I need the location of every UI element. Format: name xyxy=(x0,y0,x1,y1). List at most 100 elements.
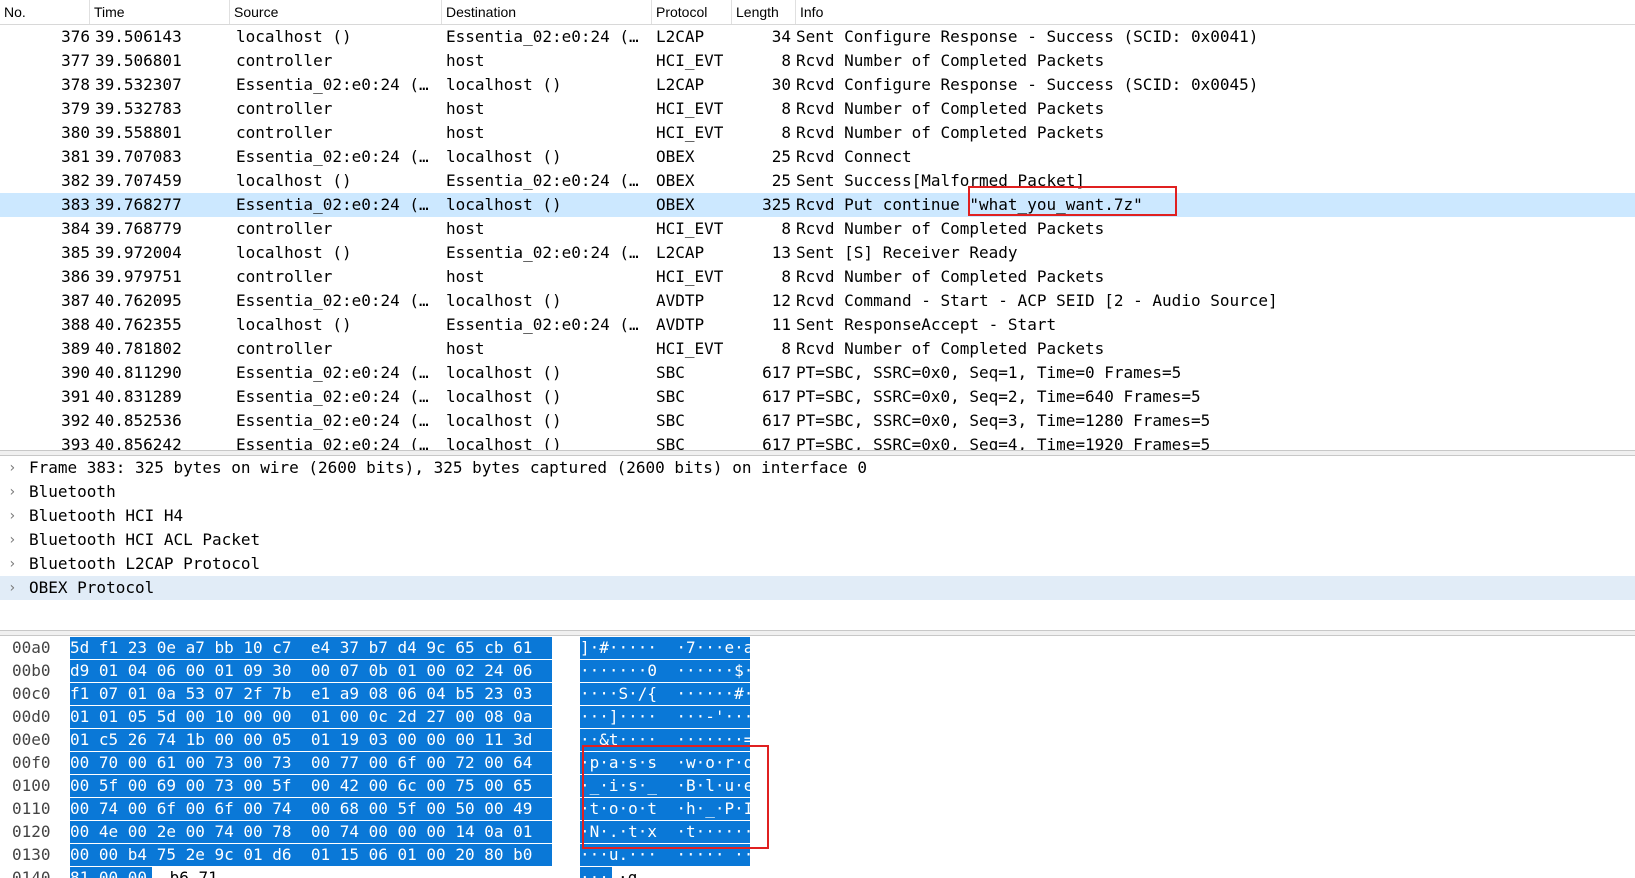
table-row[interactable]: 390 40.811290 Essentia_02:e0:24 (… localhos… xyxy=(0,361,1635,385)
ascii-bytes-unselected[interactable]: ·q xyxy=(618,867,637,878)
table-row[interactable]: 384 39.768779 controller host HCI_EVT 8 Rcvd N… xyxy=(0,217,1635,241)
table-row[interactable]: 389 40.781802 controller host HCI_EVT 8 Rcvd N… xyxy=(0,337,1635,361)
ascii-bytes[interactable]: ·······0 ······$· xyxy=(580,660,753,682)
cell-proto: HCI_EVT xyxy=(656,123,724,142)
hex-bytes[interactable]: 00 74 00 6f 00 6f 00 74 00 68 00 5f 00 5… xyxy=(70,798,552,820)
tree-item[interactable]: › OBEX Protocol xyxy=(0,576,1635,600)
cell-proto: HCI_EVT xyxy=(656,99,724,118)
cell-no: 389 xyxy=(61,339,90,358)
hex-bytes-unselected[interactable]: b6 71 xyxy=(160,867,218,878)
cell-no: 379 xyxy=(61,99,90,118)
column-header-no[interactable]: No. xyxy=(0,0,90,24)
cell-no: 378 xyxy=(61,75,90,94)
cell-src: Essentia_02:e0:24 (… xyxy=(236,147,429,166)
table-row[interactable]: 385 39.972004 localhost () Essentia_02:e0:2… xyxy=(0,241,1635,265)
hex-bytes[interactable]: 5d f1 23 0e a7 bb 10 c7 e4 37 b7 d4 9c 6… xyxy=(70,637,552,659)
hex-bytes[interactable]: 81 00 00 xyxy=(70,867,152,878)
table-row[interactable]: 383 39.768277 Essentia_02:e0:24 (… localhos… xyxy=(0,193,1635,217)
expand-chevron-icon[interactable]: › xyxy=(8,504,22,528)
table-row[interactable]: 392 40.852536 Essentia_02:e0:24 (… localhos… xyxy=(0,409,1635,433)
column-header-time[interactable]: Time xyxy=(90,0,230,24)
hex-bytes-text: 00 00 b4 75 2e 9c 01 d6 01 15 06 01 00 2… xyxy=(70,845,533,864)
hex-bytes[interactable]: 00 70 00 61 00 73 00 73 00 77 00 6f 00 7… xyxy=(70,752,552,774)
ascii-bytes[interactable]: ··· xyxy=(580,867,612,878)
table-row[interactable]: 387 40.762095 Essentia_02:e0:24 (… localhos… xyxy=(0,289,1635,313)
cell-info: Rcvd Command - Start - ACP SEID [2 - Aud… xyxy=(796,291,1278,310)
ascii-bytes[interactable]: ···]···· ···-'··· xyxy=(580,706,753,728)
hex-bytes[interactable]: 00 4e 00 2e 00 74 00 78 00 74 00 00 00 1… xyxy=(70,821,552,843)
column-header-length[interactable]: Length xyxy=(732,0,796,24)
hex-bytes[interactable]: d9 01 04 06 00 01 09 30 00 07 0b 01 00 0… xyxy=(70,660,552,682)
table-row[interactable]: 376 39.506143 localhost () Essentia_02:e0:2… xyxy=(0,25,1635,49)
column-header-info[interactable]: Info xyxy=(796,0,1635,24)
tree-item[interactable]: › Bluetooth L2CAP Protocol xyxy=(0,552,1635,576)
cell-time: 39.558801 xyxy=(95,123,182,142)
column-header-destination[interactable]: Destination xyxy=(442,0,652,24)
column-header-protocol[interactable]: Protocol xyxy=(652,0,732,24)
hex-bytes[interactable]: f1 07 01 0a 53 07 2f 7b e1 a9 08 06 04 b… xyxy=(70,683,552,705)
table-row[interactable]: 382 39.707459 localhost () Essentia_02:e0:2… xyxy=(0,169,1635,193)
hex-bytes-text: 00 74 00 6f 00 6f 00 74 00 68 00 5f 00 5… xyxy=(70,799,533,818)
hex-row: 0110 00 74 00 6f 00 6f 00 74 00 68 00 5f … xyxy=(0,798,1635,820)
hex-bytes[interactable]: 00 5f 00 69 00 73 00 5f 00 42 00 6c 00 7… xyxy=(70,775,552,797)
ascii-bytes[interactable]: ]·#····· ·7···e·a xyxy=(580,637,753,659)
cell-no: 385 xyxy=(61,243,90,262)
cell-info: Rcvd Number of Completed Packets xyxy=(796,51,1105,70)
expand-chevron-icon[interactable]: › xyxy=(8,480,22,504)
cell-no: 386 xyxy=(61,267,90,286)
table-row[interactable]: 380 39.558801 controller host HCI_EVT 8 Rcvd N… xyxy=(0,121,1635,145)
cell-no: 377 xyxy=(61,51,90,70)
cell-src: controller xyxy=(236,123,333,142)
tree-item-label: Bluetooth L2CAP Protocol xyxy=(29,554,261,573)
cell-info: Rcvd Number of Completed Packets xyxy=(796,219,1105,238)
info-filename-highlight xyxy=(968,186,1177,216)
tree-item[interactable]: › Bluetooth HCI ACL Packet xyxy=(0,528,1635,552)
hex-row: 0120 00 4e 00 2e 00 74 00 78 00 74 00 00 … xyxy=(0,821,1635,843)
cell-len: 8 xyxy=(781,123,791,142)
table-row[interactable]: 391 40.831289 Essentia_02:e0:24 (… localhos… xyxy=(0,385,1635,409)
cell-len: 8 xyxy=(781,51,791,70)
hex-bytes[interactable]: 00 00 b4 75 2e 9c 01 d6 01 15 06 01 00 2… xyxy=(70,844,552,866)
cell-src: Essentia_02:e0:24 (… xyxy=(236,411,429,430)
hex-offset: 0140 xyxy=(12,868,51,878)
ascii-bytes[interactable]: ····S·/{ ······#· xyxy=(580,683,753,705)
packet-details-tree[interactable]: › Frame 383: 325 bytes on wire (2600 bits… xyxy=(0,456,1635,630)
cell-proto: L2CAP xyxy=(656,27,705,46)
tree-item[interactable]: › Bluetooth xyxy=(0,480,1635,504)
table-row[interactable]: 379 39.532783 controller host HCI_EVT 8 Rcvd N… xyxy=(0,97,1635,121)
cell-dst: localhost () xyxy=(446,387,562,406)
cell-time: 39.972004 xyxy=(95,243,182,262)
packet-list[interactable]: No. Time Source Destination Protocol Len… xyxy=(0,0,1635,450)
cell-src: localhost () xyxy=(236,315,352,334)
cell-src: Essentia_02:e0:24 (… xyxy=(236,363,429,382)
expand-chevron-icon[interactable]: › xyxy=(8,552,22,576)
cell-proto: AVDTP xyxy=(656,291,705,310)
hex-bytes[interactable]: 01 c5 26 74 1b 00 00 05 01 19 03 00 00 0… xyxy=(70,729,552,751)
expand-chevron-icon[interactable]: › xyxy=(8,528,22,552)
packet-bytes-pane[interactable]: 00a0 5d f1 23 0e a7 bb 10 c7 e4 37 b7 d4 … xyxy=(0,636,1635,878)
expand-chevron-icon[interactable]: › xyxy=(8,576,22,600)
table-row[interactable]: 378 39.532307 Essentia_02:e0:24 (… localhos… xyxy=(0,73,1635,97)
tree-item-label: Bluetooth xyxy=(29,482,116,501)
column-header-source[interactable]: Source xyxy=(230,0,442,24)
cell-no: 380 xyxy=(61,123,90,142)
cell-src: localhost () xyxy=(236,27,352,46)
table-row[interactable]: 377 39.506801 controller host HCI_EVT 8 Rcvd N… xyxy=(0,49,1635,73)
cell-len: 25 xyxy=(771,147,791,166)
hex-bytes[interactable]: 01 01 05 5d 00 10 00 00 01 00 0c 2d 27 0… xyxy=(70,706,552,728)
tree-item[interactable]: › Bluetooth HCI H4 xyxy=(0,504,1635,528)
hex-offset: 0110 xyxy=(12,799,51,818)
cell-proto: OBEX xyxy=(656,195,695,214)
tree-item[interactable]: › Frame 383: 325 bytes on wire (2600 bits… xyxy=(0,456,1635,480)
hex-bytes-text: 01 c5 26 74 1b 00 00 05 01 19 03 00 00 0… xyxy=(70,730,533,749)
table-row[interactable]: 388 40.762355 localhost () Essentia_02:e0:2… xyxy=(0,313,1635,337)
table-row[interactable]: 381 39.707083 Essentia_02:e0:24 (… localhos… xyxy=(0,145,1635,169)
packet-rows: 376 39.506143 localhost () Essentia_02:e0:2… xyxy=(0,25,1635,450)
cell-len: 30 xyxy=(771,75,791,94)
cell-no: 393 xyxy=(61,435,90,450)
cell-info: Rcvd Number of Completed Packets xyxy=(796,123,1105,142)
cell-dst: localhost () xyxy=(446,195,562,214)
table-row[interactable]: 393 40.856242 Essentia_02:e0:24 (… localhos… xyxy=(0,433,1635,450)
expand-chevron-icon[interactable]: › xyxy=(8,456,22,480)
table-row[interactable]: 386 39.979751 controller host HCI_EVT 8 Rcvd N… xyxy=(0,265,1635,289)
